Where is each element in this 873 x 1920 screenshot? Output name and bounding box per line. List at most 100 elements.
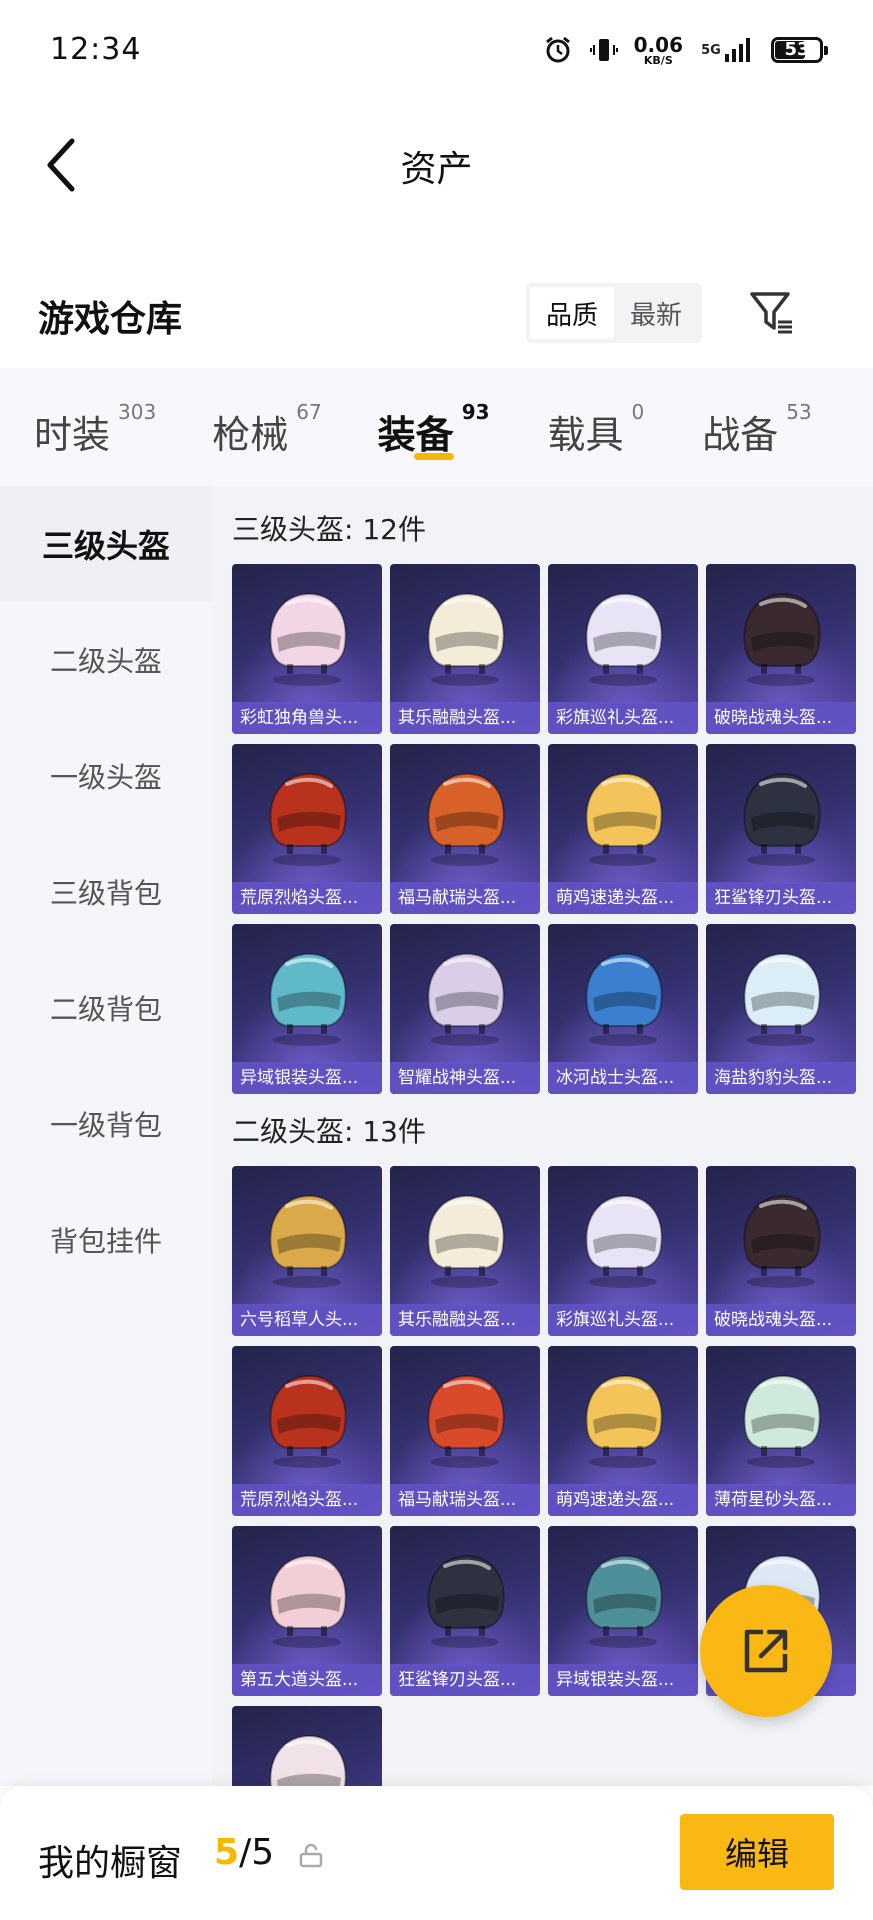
- item-card[interactable]: 智耀战神头盔...: [390, 924, 540, 1094]
- item-name: 荒原烈焰头盔...: [232, 882, 382, 914]
- helmet-image: [269, 1734, 347, 1786]
- helmet-image: [585, 592, 663, 686]
- signal-type: 5G: [701, 42, 721, 58]
- item-card[interactable]: 其乐融融头盔...: [390, 1166, 540, 1336]
- item-card[interactable]: 海盐豹豹头盔...: [706, 924, 856, 1094]
- helmet-image: [269, 592, 347, 686]
- item-name: 破晓战魂头盔...: [706, 702, 856, 734]
- vibrate-icon: [588, 34, 620, 66]
- helmet-image: [427, 1374, 505, 1468]
- net-speed-unit: KB/S: [643, 53, 673, 67]
- item-card[interactable]: 荒原烈焰头盔...: [232, 744, 382, 914]
- item-name: 其乐融融头盔...: [390, 702, 540, 734]
- share-button[interactable]: [700, 1585, 832, 1717]
- category-tabs: 时装 303 枪械 67 装备 93 载具 0 战备 53: [0, 368, 873, 486]
- tab-vehicles[interactable]: 载具 0: [548, 368, 645, 486]
- showcase-current: 5: [214, 1832, 240, 1873]
- item-name: 彩虹独角兽头...: [232, 702, 382, 734]
- item-card[interactable]: 薄荷星砂头盔...: [706, 1346, 856, 1516]
- helmet-image: [585, 1374, 663, 1468]
- item-name: 福马献瑞头盔...: [390, 1484, 540, 1516]
- tab-count: 303: [118, 400, 157, 424]
- item-card[interactable]: 第五大道头盔...: [232, 1526, 382, 1696]
- item-card[interactable]: 萌鸡速递头盔...: [548, 744, 698, 914]
- lock-icon: [299, 1843, 323, 1868]
- item-card[interactable]: 破晓战魂头盔...: [706, 564, 856, 734]
- item-card[interactable]: 冰河战士头盔...: [548, 924, 698, 1094]
- item-card[interactable]: 破晓战魂头盔...: [706, 1166, 856, 1336]
- tab-equipment[interactable]: 装备 93: [378, 368, 490, 486]
- sidebar-item-level2-backpack[interactable]: 二级背包: [0, 950, 212, 1066]
- item-card[interactable]: 彩旗巡礼头盔...: [548, 564, 698, 734]
- item-name: 智耀战神头盔...: [390, 1062, 540, 1094]
- sidebar-item-level2-helmet[interactable]: 二级头盔: [0, 602, 212, 718]
- item-card[interactable]: 萌鸡速递头盔...: [548, 1346, 698, 1516]
- status-bar: 12:34 0.06 KB/S 5G 53: [0, 0, 873, 100]
- item-name: 破晓战魂头盔...: [706, 1304, 856, 1336]
- item-card[interactable]: 六号稻草人头...: [232, 1166, 382, 1336]
- item-name: 第五大道头盔...: [232, 1664, 382, 1696]
- sidebar-item-level1-backpack[interactable]: 一级背包: [0, 1066, 212, 1182]
- item-card[interactable]: 荒原烈焰头盔...: [232, 1346, 382, 1516]
- item-card[interactable]: [232, 1706, 382, 1786]
- helmet-image: [427, 952, 505, 1046]
- item-card[interactable]: 福马献瑞头盔...: [390, 1346, 540, 1516]
- filter-button[interactable]: [744, 284, 800, 340]
- helmet-image: [269, 1194, 347, 1288]
- tab-firearms[interactable]: 枪械 67: [212, 368, 321, 486]
- helmet-image: [427, 772, 505, 866]
- tab-count: 53: [786, 400, 812, 424]
- signal-5g-icon: 5G: [697, 34, 757, 66]
- helmet-image: [269, 1554, 347, 1648]
- tab-label: 载具: [547, 413, 624, 457]
- subcategory-sidebar: 三级头盔 二级头盔 一级头盔 三级背包 二级背包 一级背包 背包挂件: [0, 486, 212, 1786]
- helmet-image: [585, 772, 663, 866]
- sort-quality-option[interactable]: 品质: [530, 287, 614, 339]
- item-name: 异域银装头盔...: [232, 1062, 382, 1094]
- helmet-image: [743, 952, 821, 1046]
- item-name: 其乐融融头盔...: [390, 1304, 540, 1336]
- net-speed: 0.06 KB/S: [634, 35, 683, 66]
- item-card[interactable]: 异域银装头盔...: [548, 1526, 698, 1696]
- filter-icon: [750, 292, 792, 334]
- sort-toggle: 品质 最新: [526, 283, 702, 343]
- tab-label: 战备: [702, 413, 779, 457]
- item-card[interactable]: 狂鲨锋刃头盔...: [706, 744, 856, 914]
- app-header: 资产: [0, 100, 873, 230]
- item-name: 福马献瑞头盔...: [390, 882, 540, 914]
- net-speed-value: 0.06: [633, 32, 683, 57]
- sidebar-item-level3-backpack[interactable]: 三级背包: [0, 834, 212, 950]
- section-title: 三级头盔: 12件: [232, 513, 426, 546]
- battery-icon: 53: [771, 37, 828, 63]
- item-grid: 彩虹独角兽头... 其乐融融头盔... 彩旗巡礼头盔... 破晓战魂头盔... 荒原烈焰…: [232, 564, 856, 1094]
- active-tab-indicator: [413, 453, 454, 460]
- section-title: 二级头盔: 13件: [232, 1115, 426, 1148]
- helmet-image: [269, 772, 347, 866]
- helmet-image: [427, 1194, 505, 1288]
- sidebar-item-level3-helmet[interactable]: 三级头盔: [0, 486, 212, 602]
- tab-fashion[interactable]: 时装 303: [34, 368, 156, 486]
- tab-count: 67: [296, 400, 322, 424]
- item-card[interactable]: 异域银装头盔...: [232, 924, 382, 1094]
- sidebar-item-level1-helmet[interactable]: 一级头盔: [0, 718, 212, 834]
- sort-newest-option[interactable]: 最新: [614, 287, 698, 339]
- edit-button[interactable]: 编辑: [680, 1814, 834, 1890]
- showcase-bar: 我的橱窗 5/5 编辑: [0, 1786, 873, 1920]
- item-card[interactable]: 彩旗巡礼头盔...: [548, 1166, 698, 1336]
- helmet-image: [427, 592, 505, 686]
- helmet-image: [427, 1554, 505, 1648]
- item-card[interactable]: 其乐融融头盔...: [390, 564, 540, 734]
- item-card[interactable]: 福马献瑞头盔...: [390, 744, 540, 914]
- helmet-image: [743, 1374, 821, 1468]
- helmet-image: [585, 952, 663, 1046]
- item-name: 彩旗巡礼头盔...: [548, 702, 698, 734]
- status-icons: 0.06 KB/S 5G 53: [542, 30, 828, 70]
- warehouse-title: 游戏仓库: [38, 299, 183, 340]
- item-name: 狂鲨锋刃头盔...: [390, 1664, 540, 1696]
- sidebar-item-backpack-charm[interactable]: 背包挂件: [0, 1182, 212, 1298]
- item-name: 彩旗巡礼头盔...: [548, 1304, 698, 1336]
- item-card[interactable]: 狂鲨锋刃头盔...: [390, 1526, 540, 1696]
- tab-supplies[interactable]: 战备 53: [702, 368, 811, 486]
- item-card[interactable]: 彩虹独角兽头...: [232, 564, 382, 734]
- helmet-image: [269, 1374, 347, 1468]
